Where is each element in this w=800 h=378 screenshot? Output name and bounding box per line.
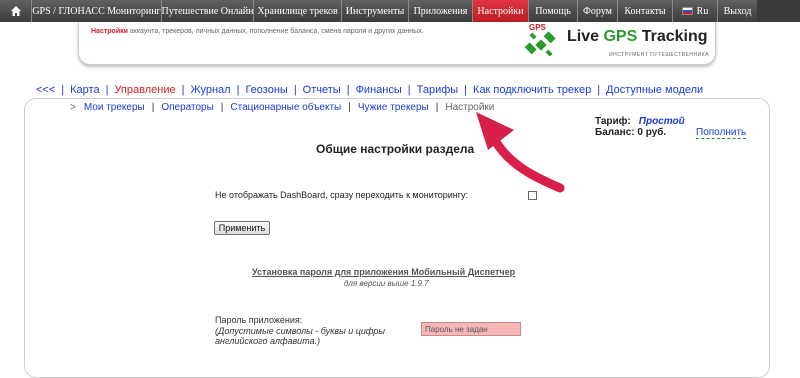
topnav-item-3[interactable]: Инструменты: [341, 0, 408, 22]
submenu-item-3[interactable]: Чужие трекеры: [358, 102, 429, 113]
submenu-arrow: >: [70, 102, 76, 113]
topnav-item-9[interactable]: Ru: [672, 0, 717, 22]
topnav-item-8[interactable]: Контакты: [617, 0, 672, 22]
mainmenu-item-3[interactable]: Геозоны: [245, 84, 287, 96]
submenu-item-1[interactable]: Операторы: [161, 102, 213, 113]
balance-info: Баланс: 0 руб.: [595, 127, 667, 138]
mainmenu-item-6[interactable]: Тарифы: [417, 84, 459, 96]
section-title: Общие настройки раздела: [316, 142, 475, 156]
mainmenu-item-0[interactable]: Карта: [70, 84, 99, 96]
header-banner: Настройки аккаунта, трекеров, личных дан…: [78, 22, 716, 65]
tariff-info: Тариф: Простой: [595, 116, 685, 127]
mobile-password-title: Установка пароля для приложения Мобильны…: [252, 267, 516, 277]
logo-subtitle: ИНСТРУМЕНТ ПУТЕШЕСТВЕННИКА: [609, 52, 709, 58]
app-password-input[interactable]: [421, 322, 521, 336]
topnav-item-5[interactable]: Настройки: [472, 0, 528, 22]
app-password-hint: (Допустимые символы - буквы и цифры англ…: [215, 326, 386, 346]
topnav-item-10[interactable]: Выход: [717, 0, 757, 22]
topup-link[interactable]: Пополнить: [696, 127, 747, 139]
topnav-item-0[interactable]: GPS / ГЛОНАСС Мониторинг: [31, 0, 161, 22]
topnav-item-6[interactable]: Помощь: [528, 0, 577, 22]
mainmenu-item-7[interactable]: Как подключить трекер: [473, 84, 591, 96]
dashboard-option-label: Не отображать DashBoard, сразу переходит…: [215, 190, 469, 200]
app-password-label: Пароль приложения:: [215, 315, 303, 325]
tariff-value[interactable]: Простой: [639, 116, 685, 127]
top-navigation: GPS / ГЛОНАСС Мониторинг Путешествие Онла…: [0, 0, 800, 22]
mainmenu-item-2[interactable]: Журнал: [190, 84, 230, 96]
apply-button[interactable]: Применить: [214, 221, 270, 235]
topnav-item-1[interactable]: Путешествие Онлайн: [161, 0, 253, 22]
submenu-item-2[interactable]: Стационарные объекты: [230, 102, 341, 113]
satellite-logo-icon: [524, 31, 556, 57]
mainmenu-item-4[interactable]: Отчеты: [303, 84, 341, 96]
main-menu: <<< | Карта | Управление | Журнал | Геозоны | Отче…: [36, 84, 704, 96]
mainmenu-item-1[interactable]: Управление: [114, 84, 175, 96]
page-description: Настройки аккаунта, трекеров, личных дан…: [91, 28, 424, 35]
annotation-arrow-icon: [476, 112, 565, 193]
mainmenu-item-5[interactable]: Финансы: [356, 84, 402, 96]
russian-flag-icon: [681, 7, 693, 15]
home-button[interactable]: [0, 0, 31, 22]
mainmenu-item-8[interactable]: Доступные модели: [606, 84, 703, 96]
back-link[interactable]: <<<: [36, 84, 55, 96]
home-icon: [10, 6, 21, 16]
mobile-password-subtitle: для версии выше 1.9.7: [344, 279, 429, 288]
topnav-item-7[interactable]: Форум: [577, 0, 617, 22]
logo-title: Live GPS Tracking: [567, 28, 708, 45]
topnav-item-4[interactable]: Приложения: [408, 0, 472, 22]
submenu-item-0[interactable]: Мои трекеры: [84, 102, 145, 113]
topnav-item-2[interactable]: Хранилище треков: [253, 0, 341, 22]
sub-menu: > Мои трекеры | Операторы | Стационарные объе…: [70, 102, 495, 113]
